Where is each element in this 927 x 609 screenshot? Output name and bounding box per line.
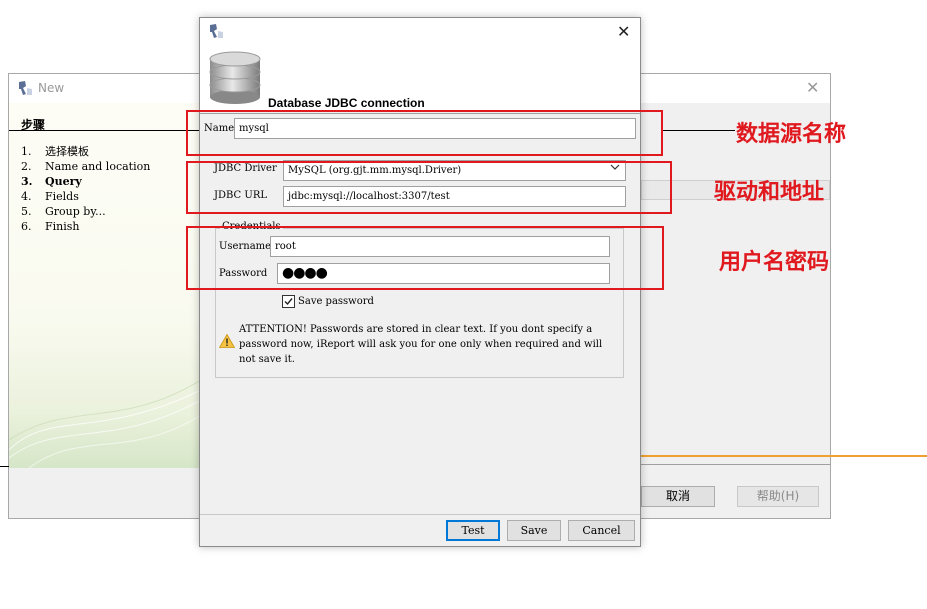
checkmark-icon bbox=[284, 298, 293, 306]
dialog-titlebar bbox=[200, 18, 640, 48]
ireport-app-icon bbox=[17, 80, 33, 96]
cancel-button[interactable]: 取消 bbox=[641, 486, 715, 507]
save-password-label[interactable]: Save password bbox=[298, 296, 374, 307]
dialog-title: Database JDBC connection bbox=[268, 96, 425, 110]
close-icon[interactable]: ✕ bbox=[806, 78, 819, 97]
step-item: 5. Group by... bbox=[21, 205, 106, 218]
help-button[interactable]: 帮助(H) bbox=[737, 486, 819, 507]
annotation-box-name bbox=[186, 110, 663, 156]
annotation-box-driver-url bbox=[186, 161, 672, 214]
annotation-box-credentials bbox=[186, 226, 664, 290]
annotation-label-name: 数据源名称 bbox=[736, 122, 847, 147]
database-icon bbox=[209, 51, 261, 104]
cancel-button[interactable]: Cancel bbox=[568, 520, 635, 541]
step-item: 2. Name and location bbox=[21, 160, 151, 173]
step-item: 6. Finish bbox=[21, 220, 80, 233]
decorative-waves bbox=[9, 379, 201, 468]
save-password-checkbox[interactable] bbox=[282, 295, 295, 308]
new-wizard-title: New bbox=[38, 81, 65, 95]
step-item: 1. 选择模板 bbox=[21, 145, 89, 158]
edge-line bbox=[0, 466, 9, 467]
warning-icon bbox=[219, 334, 235, 348]
progress-line bbox=[641, 455, 927, 457]
steps-list: 1. 选择模板 2. Name and location 3. Query 4. Fie… bbox=[21, 144, 150, 234]
annotation-label-driver-url: 驱动和地址 bbox=[714, 180, 825, 205]
annotation-leader-line bbox=[150, 130, 186, 131]
annotation-leader-line bbox=[663, 130, 735, 131]
step-item-active: 3. Query bbox=[21, 175, 82, 188]
dialog-footer-divider bbox=[200, 514, 640, 515]
save-button[interactable]: Save bbox=[507, 520, 561, 541]
step-item: 4. Fields bbox=[21, 190, 79, 203]
footer-divider bbox=[641, 464, 830, 465]
close-icon[interactable]: ✕ bbox=[617, 22, 630, 41]
ireport-app-icon bbox=[208, 23, 224, 42]
password-warning-text: ATTENTION! Passwords are stored in clear… bbox=[239, 324, 603, 365]
annotation-label-credentials: 用户名密码 bbox=[719, 250, 830, 275]
test-button[interactable]: Test bbox=[446, 520, 500, 541]
